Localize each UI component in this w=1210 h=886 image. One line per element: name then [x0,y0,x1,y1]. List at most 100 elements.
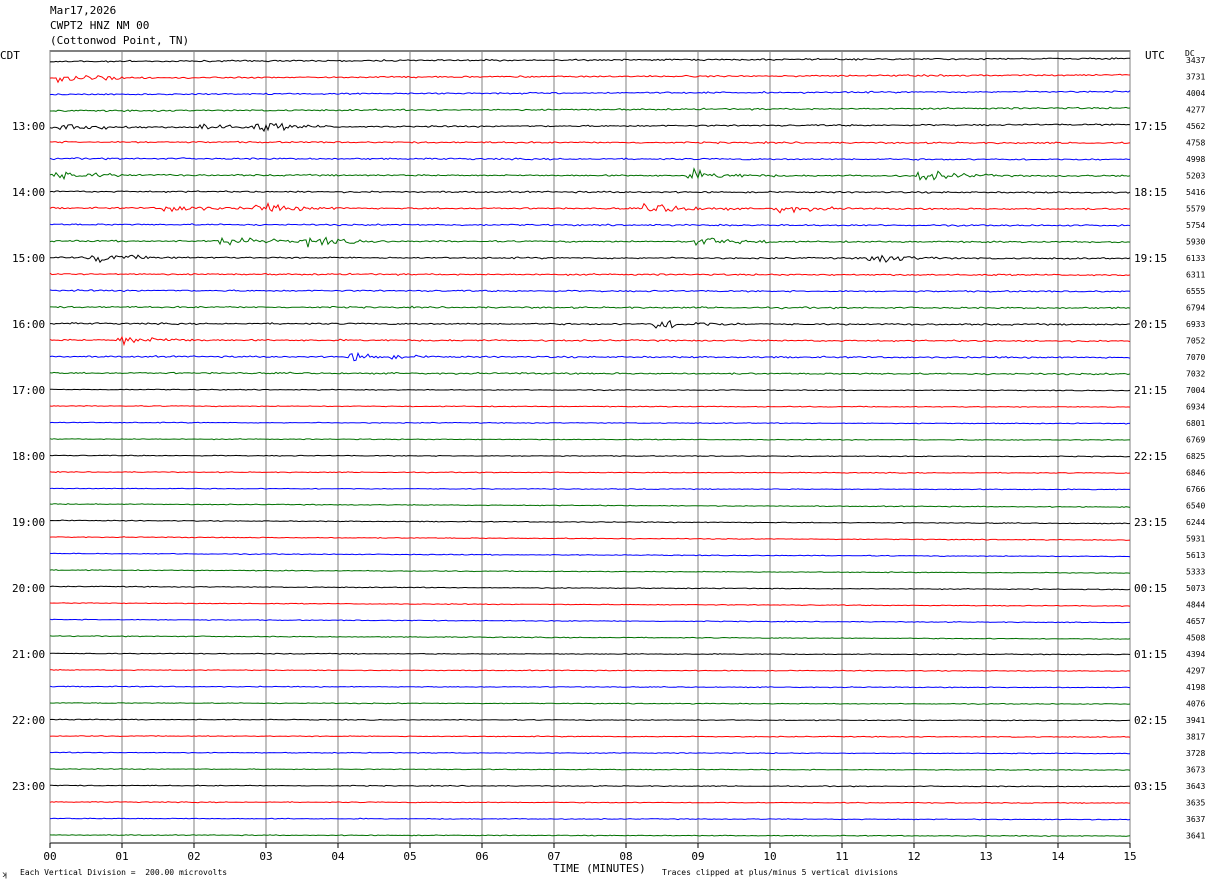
x-tick-label: 04 [331,850,345,863]
dc-value: 6794 [1186,304,1205,313]
axis-label-group: 00 01 02 03 04 05 06 07 08 09 10 11 12 13 14 1534373731… [12,56,1205,863]
dc-value: 3731 [1186,73,1205,82]
dc-value: 6244 [1186,518,1205,527]
trace-row [49,73,1131,84]
trace-row [49,438,1130,441]
trace-row [49,167,1131,181]
cdt-hour-label: 13:00 [12,120,45,133]
clip-note: Traces clipped at plus/minus 5 vertical … [662,868,899,877]
cdt-hour-label: 17:00 [12,384,45,397]
dc-value: 6933 [1186,320,1205,329]
cdt-hour-label: 22:00 [12,714,45,727]
trace-row [49,289,1131,293]
dc-value: 3637 [1186,815,1205,824]
x-tick-label: 05 [403,850,416,863]
dc-value: 4297 [1186,667,1205,676]
cdt-hour-label: 15:00 [12,252,45,265]
trace-row [49,652,1131,656]
dc-value: 6311 [1186,271,1205,280]
trace-row [49,817,1131,821]
dc-value: 3673 [1186,766,1205,775]
trace-row [50,319,1130,329]
trace-row [49,519,1131,525]
utc-hour-label: 01:15 [1134,648,1167,661]
dc-value: 3728 [1186,749,1205,758]
utc-hour-label: 18:15 [1134,186,1167,199]
dc-value: 4562 [1186,122,1205,131]
x-tick-label: 14 [1051,850,1065,863]
dc-value: 6801 [1186,419,1205,428]
x-tick-label: 13 [979,850,992,863]
trace-row [49,801,1131,804]
trace-row [50,767,1131,771]
utc-hour-label: 21:15 [1134,384,1167,397]
trace-row [49,190,1131,194]
dc-value: 3437 [1186,56,1205,65]
cdt-hour-label: 20:00 [12,582,45,595]
x-tick-label: 02 [187,850,200,863]
trace-row [49,57,1130,63]
dc-value: 7004 [1186,386,1205,395]
trace-row [49,668,1131,672]
trace-row [49,602,1131,608]
utc-hour-label: 23:15 [1134,516,1167,529]
trace-row [49,405,1131,408]
trace-row [49,536,1131,541]
x-tick-label: 10 [763,850,776,863]
trace-row [49,718,1131,722]
dc-value: 4394 [1186,650,1205,659]
trace-row [49,470,1131,474]
trace-row [50,784,1131,788]
trace-row [49,351,1131,362]
utc-hour-label: 22:15 [1134,450,1167,463]
x-tick-label: 12 [907,850,920,863]
utc-hour-label: 00:15 [1134,582,1167,595]
dc-value: 3643 [1186,782,1205,791]
x-axis-title: TIME (MINUTES) [553,862,646,875]
x-tick-label: 15 [1123,850,1136,863]
trace-row [49,618,1130,624]
trace-row [49,388,1131,392]
trace-row [49,569,1131,574]
dc-value: 4758 [1186,139,1205,148]
utc-hour-label: 03:15 [1134,780,1167,793]
trace-row [49,90,1131,96]
utc-hour-label: 20:15 [1134,318,1167,331]
dc-value: 3941 [1186,716,1205,725]
helicorder-plot: 00 01 02 03 04 05 06 07 08 09 10 11 12 13 14 1534373731… [12,50,1205,863]
trace-row [49,272,1131,277]
dc-value: 5203 [1186,172,1205,181]
dc-value: 5613 [1186,551,1205,560]
plot-grid [49,50,1131,848]
cdt-hour-label: 21:00 [12,648,45,661]
dc-value: 7032 [1186,370,1205,379]
cdt-hour-label: 16:00 [12,318,45,331]
trace-row [49,236,1131,248]
trace-row [49,371,1131,376]
trace-row [49,223,1131,227]
dc-value: 5333 [1186,568,1205,577]
dc-value: 4004 [1186,89,1205,98]
trace-row [49,585,1131,591]
trace-row [49,254,1131,264]
trace-row [49,421,1130,425]
trace-row [49,834,1131,837]
trace-group [49,57,1131,837]
dc-value: 4076 [1186,700,1205,709]
dc-value: 4508 [1186,634,1205,643]
trace-row [49,552,1131,558]
dc-value: 5754 [1186,221,1205,230]
dc-value: 4657 [1186,617,1205,626]
dc-value: 5073 [1186,584,1205,593]
utc-hour-label: 19:15 [1134,252,1167,265]
dc-value: 5931 [1186,535,1205,544]
trace-row [49,751,1131,755]
trace-row [49,702,1131,705]
utc-hour-label: 02:15 [1134,714,1167,727]
dc-value: 4998 [1186,155,1205,164]
plot-frame [49,50,1131,844]
dc-value: 3641 [1186,832,1205,841]
cdt-hour-label: 23:00 [12,780,45,793]
x-tick-label: 09 [691,850,704,863]
scale-note: Each Vertical Division = 200.00 microvol… [20,868,228,877]
